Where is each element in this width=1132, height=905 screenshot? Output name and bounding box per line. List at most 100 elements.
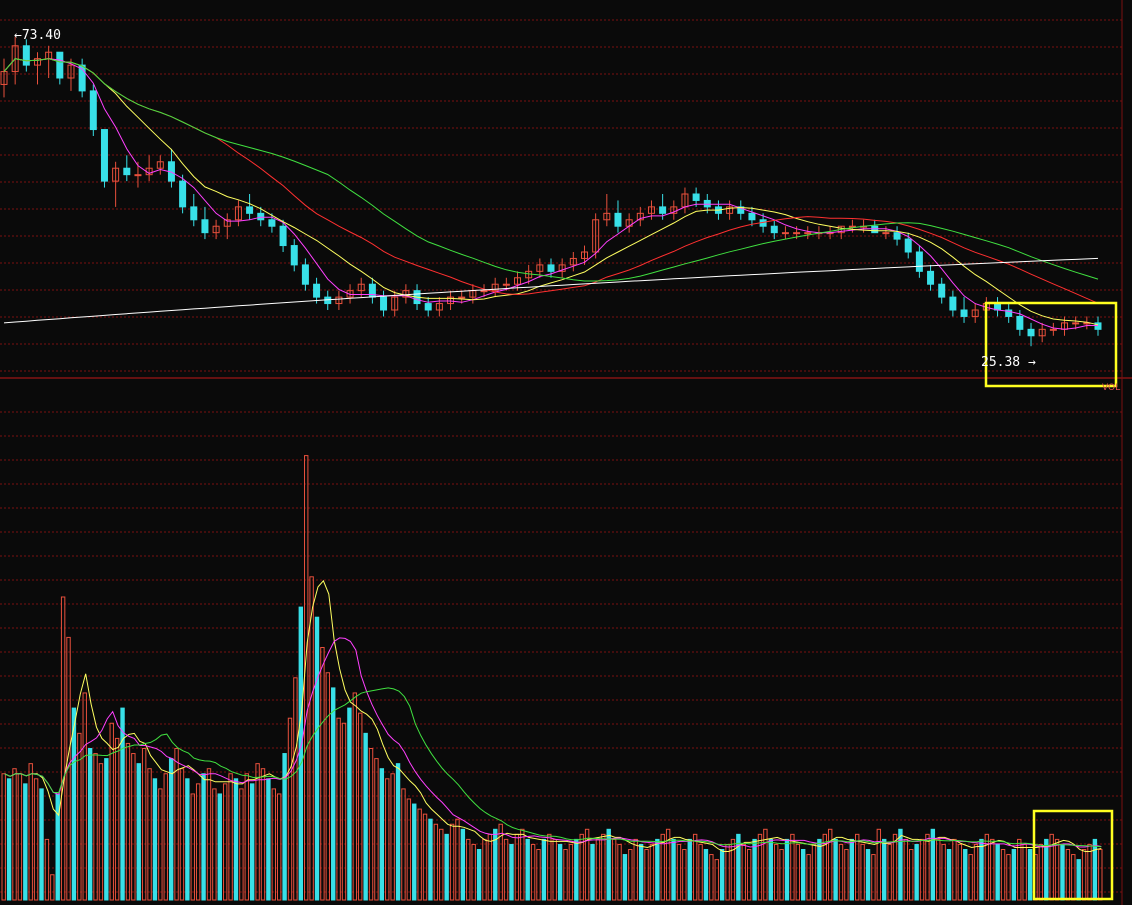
candle-body [257, 212, 265, 221]
volume-bar [293, 677, 298, 901]
volume-bar [606, 828, 611, 901]
volume-bar [406, 798, 412, 901]
candle-body [793, 232, 801, 235]
volume-bar [611, 838, 617, 901]
volume-bar [590, 843, 595, 901]
candle-body [190, 206, 198, 221]
volume-bar [249, 783, 255, 901]
volume-bar [277, 793, 282, 901]
volume-bar [439, 828, 444, 901]
volume-panel-label: VOL [1102, 383, 1121, 393]
price-high-label: ←73.40 [14, 28, 61, 43]
volume-bar [93, 753, 98, 901]
volume-bar [201, 773, 206, 901]
volume-bar [768, 838, 773, 901]
candle-body [22, 45, 30, 66]
volume-bar [466, 838, 471, 901]
ma5-line [3, 58, 1098, 330]
volume-bar [390, 773, 395, 901]
volume-bar [638, 843, 644, 901]
volume-bar [422, 813, 428, 901]
volume-bar [1027, 849, 1033, 901]
candle-body [279, 225, 287, 247]
volume-bar [817, 838, 822, 901]
candle-body [871, 225, 879, 234]
volume-bar [995, 843, 1000, 901]
volume-bar [595, 838, 601, 901]
volume-bar [341, 722, 347, 901]
volume-bar [114, 737, 120, 901]
volume-bar [520, 828, 525, 901]
candle-body [915, 251, 923, 272]
volume-bar [331, 687, 336, 901]
volume-bar [806, 854, 811, 901]
candle-body [904, 238, 912, 253]
volume-bar [833, 838, 838, 901]
volume-bar [28, 763, 33, 901]
volume-bar [865, 849, 871, 901]
candle-body [1027, 328, 1035, 337]
volume-bar [687, 838, 692, 901]
volume-bar [703, 849, 709, 901]
volume-bar [185, 778, 190, 901]
candle-body [949, 296, 957, 311]
candle-body [502, 283, 510, 286]
volume-bar [730, 838, 736, 901]
candle-body [89, 90, 97, 131]
volume-bar [655, 838, 660, 901]
volume-bar [460, 828, 466, 901]
volume-bar [104, 758, 109, 901]
volume-bar [428, 818, 433, 901]
volume-bar [320, 647, 325, 901]
volume-bar [190, 793, 195, 901]
volume-bar [152, 778, 158, 901]
volume-bar [125, 742, 131, 901]
volume-bar [476, 849, 482, 901]
candle-body [1016, 315, 1024, 330]
candle-body [1072, 322, 1080, 325]
volume-bar [417, 808, 422, 901]
volume-bar [882, 838, 887, 901]
volume-bar [509, 843, 514, 901]
volume-bar [222, 783, 228, 901]
volume-bar [914, 843, 919, 901]
volume-bar [1092, 838, 1098, 901]
candle-body [770, 225, 778, 234]
volume-bar [6, 778, 12, 901]
candle-body [424, 303, 432, 311]
candle-body [290, 245, 298, 266]
volume-bar [358, 712, 363, 901]
volume-bar [298, 606, 304, 901]
volume-bar [1076, 859, 1081, 901]
volume-bar [1071, 854, 1076, 901]
volume-bar [876, 828, 882, 901]
volume-bar [77, 732, 82, 901]
candle-body [659, 206, 667, 214]
volume-bar [195, 783, 201, 901]
volume-bar [936, 838, 941, 901]
volume-bar [800, 849, 806, 901]
volume-bar [50, 874, 55, 901]
volume-bar [1011, 849, 1017, 901]
volume-bar [1060, 843, 1065, 901]
volume-bar [903, 838, 909, 901]
candle-body [100, 129, 108, 182]
volume-bar [368, 748, 374, 901]
volume-bar [136, 763, 141, 901]
candle-body [703, 199, 711, 208]
volume-bar [374, 758, 379, 901]
candle-body [458, 296, 466, 299]
kline-chart-window: ←73.40 25.38 → VOL [0, 0, 1132, 905]
volume-bar [314, 616, 320, 901]
volume-bar [871, 854, 876, 901]
volume-bar [87, 748, 93, 901]
volume-bar [968, 854, 973, 901]
ma10-line [3, 58, 1099, 326]
volume-bar [482, 838, 487, 901]
candle-body [56, 51, 64, 79]
volume-bar [255, 763, 260, 901]
volume-bar [206, 768, 212, 901]
volume-bar [179, 768, 185, 901]
volume-bar [671, 838, 676, 901]
volume-bar [131, 753, 136, 901]
